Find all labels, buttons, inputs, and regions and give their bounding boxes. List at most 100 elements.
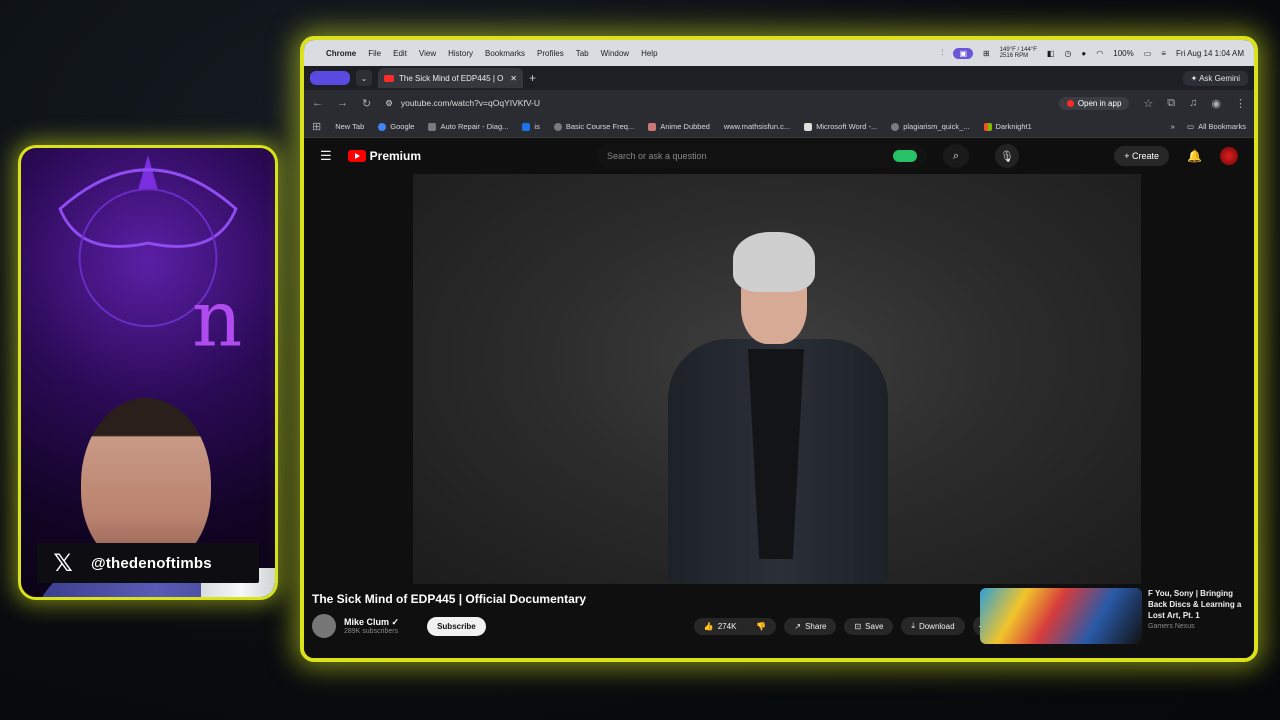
video-meta: The Sick Mind of EDP445 | Official Docum… [304,586,1254,658]
notifications-bell-icon[interactable]: 🔔 [1187,149,1202,163]
page-icon [428,122,437,131]
grammarly-icon[interactable] [893,150,918,162]
like-dislike-group: 👍 274K 👎 [693,617,777,635]
tab-active[interactable]: The Sick Mind of EDP445 | O ✕ [378,68,523,88]
thumbs-down-icon: 👎 [756,621,767,631]
bookmark-word[interactable]: Microsoft Word -... [804,122,877,131]
recommended-thumbnail[interactable] [980,588,1142,644]
bookmark-basic-course[interactable]: Basic Course Freq... [553,122,634,131]
bookmark-new-tab[interactable]: New Tab [335,122,364,131]
menu-file[interactable]: File [368,49,381,58]
microsoft-icon [983,122,992,131]
channel-avatar[interactable] [312,614,336,638]
tab-search-icon[interactable]: ⌄ [356,70,372,86]
youtube-logo[interactable]: Premium [347,149,422,163]
menu-tab[interactable]: Tab [576,49,589,58]
tab-title: The Sick Mind of EDP445 | O [399,73,504,83]
tab-close-icon[interactable]: ✕ [510,74,517,83]
menu-history[interactable]: History [448,49,473,58]
back-icon[interactable]: ← [312,97,323,109]
download-label: Download [918,621,955,631]
profile-icon[interactable]: ◉ [1211,97,1221,110]
account-avatar[interactable] [1220,147,1238,165]
rpm-readout: 2516 RPM [999,53,1029,59]
thumbs-up-icon: 👍 [703,621,714,631]
reload-icon[interactable]: ↻ [362,97,371,110]
social-handle-bar: 𝕏 @thedenoftimbs [37,543,259,583]
bookmark-auto-repair[interactable]: Auto Repair - Diag... [428,122,508,131]
search-input[interactable]: Search or ask a question [597,144,928,168]
extensions-icon[interactable]: ⧉ [1167,97,1175,110]
bookmark-plagiarism[interactable]: plagiarism_quick_... [891,122,970,131]
bookmark-google[interactable]: Google [378,122,414,131]
open-in-app-button[interactable]: Open in app [1058,96,1130,110]
ask-gemini-label: Ask Gemini [1199,73,1240,83]
battery-icon[interactable]: ▭ [1144,49,1152,58]
bookmark-mathsisfun[interactable]: www.mathsisfun.c... [724,122,790,131]
bookmark-anime-dubbed[interactable]: Anime Dubbed [648,122,710,131]
bookmark-darknight[interactable]: Darknight1 [983,122,1032,131]
recommended-video[interactable]: F You, Sony | Bringing Back Discs & Lear… [980,588,1242,648]
youtube-header: ☰ Premium Search or ask a question ⌕ 🎙 +… [304,138,1254,174]
ask-gemini-button[interactable]: ✦ Ask Gemini [1182,70,1248,86]
bookmark-label: plagiarism_quick_... [903,122,970,131]
channel-name[interactable]: Mike Clum ✓ [344,617,399,628]
control-center-icon[interactable]: ≡ [1161,49,1166,58]
bookmark-label: New Tab [335,122,365,131]
microphone-icon[interactable]: 🎙 [995,144,1020,168]
save-button[interactable]: ⊡ Save [844,617,894,635]
player-area [304,174,1254,586]
apps-grid-icon[interactable]: ⊞ [312,120,321,133]
menu-help[interactable]: Help [641,49,657,58]
bookmark-is[interactable]: is [522,122,540,131]
grid-icon[interactable]: ⊞ [983,49,990,58]
dislike-button[interactable]: 👎 [746,617,777,635]
media-icon[interactable]: ♫ [1189,97,1197,109]
overflow-chevron-icon: » [1170,122,1175,131]
window-icon[interactable]: ◧ [1047,49,1055,58]
tab-group-pill[interactable] [310,71,350,85]
bookmark-star-icon[interactable]: ☆ [1143,97,1153,110]
forward-icon[interactable]: → [337,97,348,109]
download-button[interactable]: ⤓ Download [901,617,965,635]
menu-profiles[interactable]: Profiles [537,49,564,58]
video-player[interactable] [413,174,1141,584]
share-label: Share [805,621,827,631]
new-tab-icon[interactable]: + [529,71,536,85]
subscribe-button[interactable]: Subscribe [427,616,486,636]
social-handle: @thedenoftimbs [91,554,212,572]
menubar-datetime[interactable]: Fri Aug 14 1:04 AM [1176,49,1244,58]
chrome-menu-icon[interactable]: ⋮ [1235,97,1246,110]
like-button[interactable]: 👍 274K [693,617,747,635]
wifi-icon[interactable]: ◠ [1096,49,1103,58]
youtube-logo-text: Premium [369,149,422,163]
menu-app-name[interactable]: Chrome [326,49,356,58]
create-button[interactable]: + Create [1114,146,1170,166]
screen-record-icon[interactable]: ▣ [953,47,974,59]
search-placeholder: Search or ask a question [607,151,707,161]
save-label: Save [865,621,884,631]
macos-menubar: Chrome File Edit View History Bookmarks … [304,40,1254,66]
clock-icon[interactable]: ◷ [1064,49,1071,58]
url-text: youtube.com/watch?v=qOqYIVKfV-U [400,98,540,108]
menu-edit[interactable]: Edit [393,49,407,58]
subscriber-count: 289K subscribers [344,628,399,635]
all-bookmarks[interactable]: » ▭ All Bookmarks [1171,122,1246,131]
menu-window[interactable]: Window [601,49,629,58]
menu-bookmarks[interactable]: Bookmarks [485,49,525,58]
google-icon [378,122,387,131]
youtube-play-icon [347,150,366,162]
globe-icon [891,122,900,131]
menu-hamburger-icon[interactable]: ☰ [320,148,332,164]
user-icon[interactable]: ● [1081,49,1086,58]
search-icon[interactable]: ⌕ [943,144,970,168]
audio-icon[interactable]: ⫶ [941,48,943,58]
battery-percent: 100% [1113,48,1134,58]
menu-view[interactable]: View [419,49,436,58]
share-button[interactable]: ↗ Share [784,617,837,635]
url-field[interactable]: ⚙ youtube.com/watch?v=qOqYIVKfV-U [385,98,1045,109]
share-icon: ↗ [794,621,802,631]
site-info-icon[interactable]: ⚙ [385,98,393,109]
x-logo-icon: 𝕏 [53,549,73,577]
bookmark-label: Anime Dubbed [660,122,710,131]
